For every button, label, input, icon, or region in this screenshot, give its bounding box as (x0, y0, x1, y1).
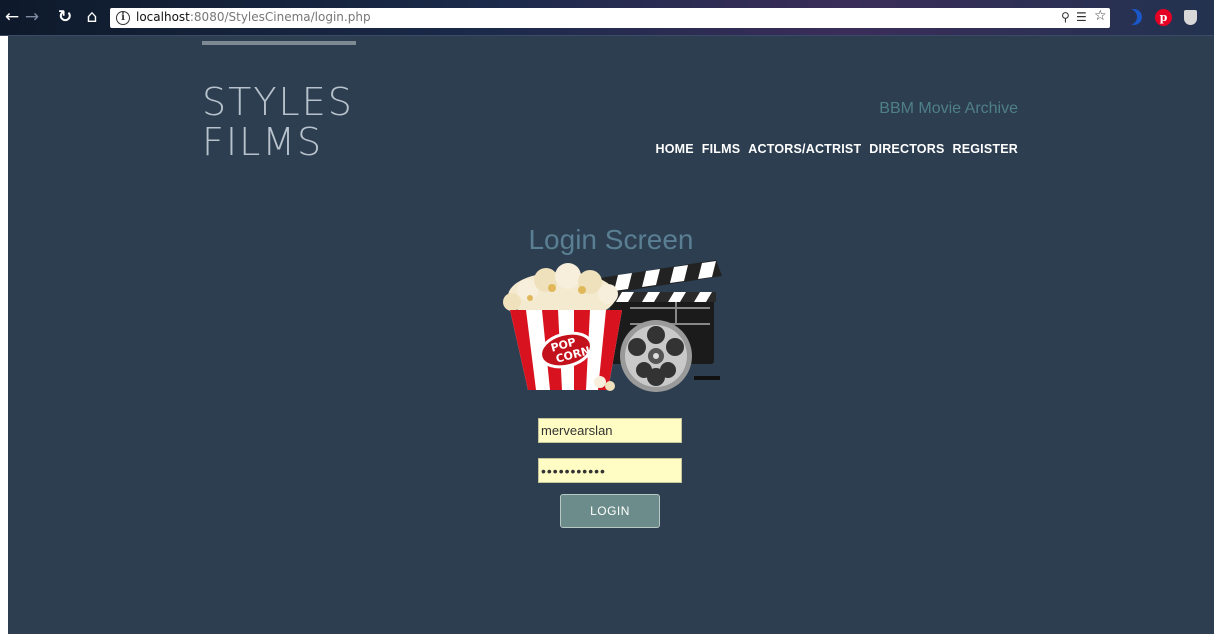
main-nav: HOME FILMS ACTORS/ACTRIST DIRECTORS REGI… (655, 142, 1018, 156)
home-icon[interactable]: ⌂ (82, 6, 102, 28)
site-tagline: BBM Movie Archive (879, 100, 1018, 117)
bookmark-star-icon[interactable]: ☆ (1094, 8, 1107, 24)
film-reel-icon (620, 320, 692, 392)
popcorn-film-illustration: POP CORN (503, 260, 722, 392)
forward-arrow-icon[interactable]: → (22, 6, 42, 28)
nav-home[interactable]: HOME (655, 142, 693, 156)
nav-films[interactable]: FILMS (702, 142, 741, 156)
reload-icon[interactable]: ↻ (55, 6, 75, 28)
address-bar[interactable]: i localhost:8080/StylesCinema/login.php … (110, 8, 1110, 28)
back-arrow-icon[interactable]: ← (2, 6, 22, 28)
site-logo-line-1[interactable]: STYLES (202, 82, 354, 122)
header-accent-bar (202, 41, 356, 45)
login-button[interactable]: LOGIN (560, 494, 660, 528)
shield-extension-icon[interactable] (1184, 10, 1197, 25)
info-icon[interactable]: i (116, 11, 130, 25)
key-icon[interactable]: ⚲ (1061, 10, 1070, 24)
nav-actors[interactable]: ACTORS/ACTRIST (748, 142, 861, 156)
site-logo-line-2[interactable]: FILMS (202, 122, 323, 162)
url-path: :8080/StylesCinema/login.php (189, 10, 371, 24)
password-input[interactable] (538, 458, 682, 483)
nav-register[interactable]: REGISTER (953, 142, 1019, 156)
translate-icon[interactable]: ☰ (1076, 10, 1087, 24)
username-input[interactable] (538, 418, 682, 443)
moon-extension-icon[interactable] (1126, 9, 1142, 25)
login-title: Login Screen (528, 224, 694, 255)
browser-toolbar: ← → ↻ ⌂ i localhost:8080/StylesCinema/lo… (0, 0, 1214, 36)
popcorn-icon: POP CORN (503, 263, 622, 391)
url-text[interactable]: localhost:8080/StylesCinema/login.php (136, 10, 371, 24)
page-body: STYLES FILMS BBM Movie Archive HOME FILM… (8, 36, 1214, 634)
pinterest-extension-icon[interactable]: p (1155, 9, 1172, 26)
url-host: localhost (136, 10, 190, 24)
nav-directors[interactable]: DIRECTORS (869, 142, 944, 156)
